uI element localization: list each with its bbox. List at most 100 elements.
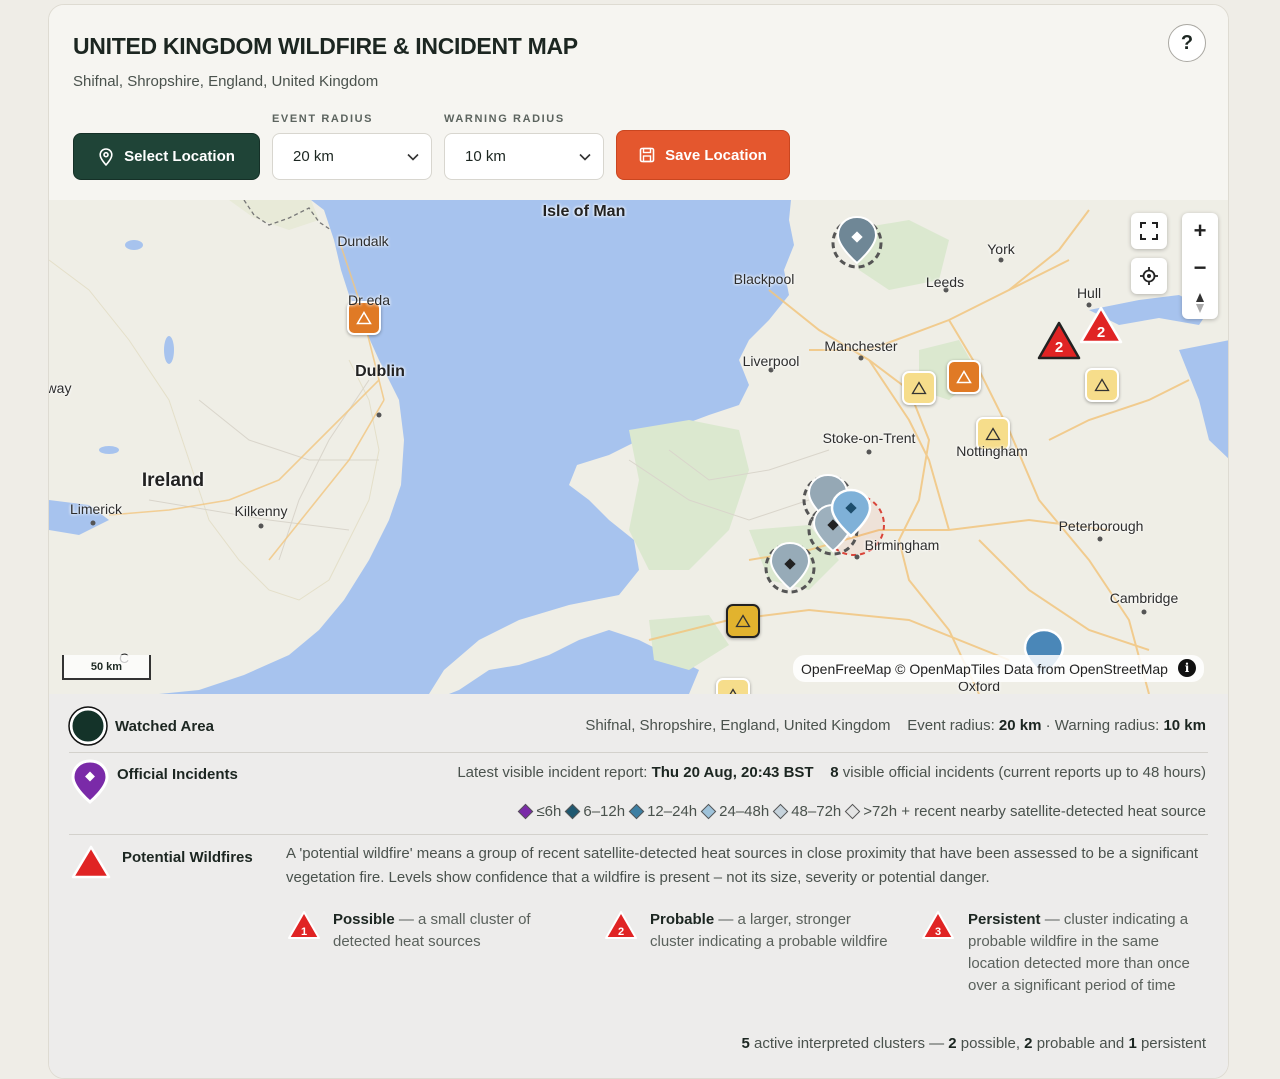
incident-age-item: 6–12h bbox=[565, 803, 626, 820]
zoom-in-button[interactable]: + bbox=[1194, 218, 1207, 244]
incident-age-label: 6–12h bbox=[583, 803, 626, 820]
svg-text:2: 2 bbox=[618, 926, 624, 938]
level-probable: Probable — a larger, stronger cluster in… bbox=[650, 909, 890, 953]
persistent-text: persistent bbox=[1140, 1035, 1206, 1052]
age-diamond-icon bbox=[518, 803, 534, 820]
help-button[interactable]: ? bbox=[1168, 24, 1206, 62]
incident-age-item: >72h + recent nearby satellite-detected … bbox=[844, 803, 1206, 820]
persistent-count: 1 bbox=[1128, 1035, 1137, 1052]
incident-age-item: 12–24h bbox=[628, 803, 698, 820]
place-label: Dundalk bbox=[337, 233, 389, 249]
location-subtitle: Shifnal, Shropshire, England, United Kin… bbox=[73, 73, 379, 90]
incident-count: 8 bbox=[830, 764, 839, 781]
warning-radius-value: 10 km bbox=[1163, 717, 1206, 734]
warning-triangle-icon bbox=[911, 381, 927, 395]
age-diamond-icon bbox=[565, 803, 581, 820]
latest-report-value: Thu 20 Aug, 20:43 BST bbox=[651, 764, 814, 781]
map-view[interactable]: 2 2 Isle of Man Dundalk Dr eda Dublin wa… bbox=[49, 200, 1228, 694]
save-location-label: Save Location bbox=[665, 146, 767, 164]
heat-source-marker[interactable] bbox=[902, 371, 936, 405]
probable-level-icon: 2 bbox=[605, 911, 637, 939]
event-radius-prefix: Event radius: bbox=[907, 717, 995, 734]
official-incidents-label: Official Incidents bbox=[117, 766, 238, 783]
heat-source-marker[interactable] bbox=[726, 604, 760, 638]
latest-report-prefix: Latest visible incident report: bbox=[457, 764, 648, 781]
place-label: Ireland bbox=[141, 470, 205, 491]
place-label: Stoke-on-Trent bbox=[822, 430, 916, 446]
wildfire-cluster-count: 2 bbox=[1096, 324, 1106, 341]
event-radius-value: 20 km bbox=[293, 148, 334, 165]
probable-count: 2 bbox=[1024, 1035, 1033, 1052]
persistent-level-icon: 3 bbox=[922, 911, 954, 939]
incident-count-suffix: visible official incidents (current repo… bbox=[842, 764, 1206, 781]
heat-source-marker[interactable] bbox=[1085, 368, 1119, 402]
wildfire-triangle-icon bbox=[71, 845, 111, 879]
level-possible: Possible — a small cluster of detected h… bbox=[333, 909, 573, 953]
incident-age-key: ≤6h 6–12h 12–24h 24–48h 48–72h >72h + recent … bbox=[514, 803, 1206, 821]
warning-radius-select[interactable]: 10 km bbox=[444, 133, 604, 180]
warning-triangle-icon bbox=[985, 427, 1001, 441]
location-pin-icon bbox=[99, 147, 113, 166]
incident-age-label: 48–72h bbox=[791, 803, 842, 820]
header: UNITED KINGDOM WILDFIRE & INCIDENT MAP S… bbox=[49, 5, 1228, 200]
map-attribution: OpenFreeMap © OpenMapTiles Data from Ope… bbox=[793, 655, 1204, 682]
warning-radius-prefix: · Warning radius: bbox=[1045, 717, 1160, 734]
warning-triangle-icon bbox=[1094, 378, 1110, 392]
age-diamond-icon bbox=[700, 803, 717, 820]
watched-area-icon bbox=[68, 706, 108, 746]
watched-area-label: Watched Area bbox=[115, 718, 214, 735]
svg-text:1: 1 bbox=[301, 926, 307, 938]
zoom-out-button[interactable]: − bbox=[1194, 255, 1207, 281]
age-diamond-icon bbox=[772, 803, 789, 820]
svg-text:3: 3 bbox=[935, 926, 941, 938]
place-label: Liverpool bbox=[742, 353, 800, 369]
event-radius-select[interactable]: 20 km bbox=[272, 133, 432, 180]
place-label: Dublin bbox=[355, 363, 405, 380]
place-label: Leeds bbox=[925, 274, 965, 290]
incident-age-item: ≤6h bbox=[518, 803, 561, 820]
age-diamond-icon bbox=[628, 803, 645, 820]
latest-report: Latest visible incident report: Thu 20 A… bbox=[457, 764, 1206, 781]
place-label: Hull bbox=[1076, 285, 1102, 301]
watched-area-details: Shifnal, Shropshire, England, United Kin… bbox=[585, 717, 1206, 734]
event-radius-value: 20 km bbox=[998, 717, 1042, 734]
fullscreen-icon bbox=[1140, 222, 1158, 240]
chevron-down-icon bbox=[407, 153, 419, 161]
official-incident-icon bbox=[71, 759, 109, 804]
page-title: UNITED KINGDOM WILDFIRE & INCIDENT MAP bbox=[73, 33, 578, 59]
place-label: York bbox=[987, 241, 1015, 257]
probable-text: probable and bbox=[1036, 1035, 1125, 1052]
map-card: UNITED KINGDOM WILDFIRE & INCIDENT MAP S… bbox=[48, 4, 1229, 1079]
place-label: Blackpool bbox=[733, 271, 795, 287]
event-radius-label: EVENT RADIUS bbox=[272, 113, 374, 125]
place-label: Dr eda bbox=[347, 292, 391, 308]
incident-age-label: 12–24h bbox=[647, 803, 698, 820]
heat-source-marker[interactable] bbox=[716, 678, 750, 694]
locate-icon bbox=[1140, 267, 1158, 285]
place-label: Isle of Man bbox=[542, 203, 626, 220]
compass-icon[interactable] bbox=[1195, 292, 1205, 314]
level-name: Possible bbox=[333, 911, 395, 928]
place-label: Birmingham bbox=[864, 537, 940, 553]
locate-button[interactable] bbox=[1131, 258, 1167, 294]
warning-triangle-icon bbox=[735, 614, 751, 628]
heat-source-marker[interactable] bbox=[947, 360, 981, 394]
incident-age-item: 24–48h bbox=[700, 803, 769, 820]
place-label: Peterborough bbox=[1058, 518, 1144, 534]
place-label: way bbox=[49, 380, 72, 396]
warning-radius-label: WARNING RADIUS bbox=[444, 113, 565, 125]
select-location-button[interactable]: Select Location bbox=[73, 133, 260, 180]
info-icon[interactable]: i bbox=[1177, 659, 1196, 677]
fullscreen-button[interactable] bbox=[1131, 213, 1167, 249]
potential-wildfires-label: Potential Wildfires bbox=[122, 849, 253, 866]
cluster-summary-text: active interpreted clusters — bbox=[754, 1035, 945, 1052]
warning-triangle-icon bbox=[356, 311, 372, 325]
level-name: Persistent bbox=[968, 911, 1041, 928]
place-label: Cambridge bbox=[1109, 590, 1179, 606]
map-basemap bbox=[49, 200, 1228, 694]
save-location-button[interactable]: Save Location bbox=[616, 130, 790, 180]
incident-age-label: >72h + recent nearby satellite-detected … bbox=[863, 803, 1206, 820]
legend-panel: Watched Area Shifnal, Shropshire, Englan… bbox=[49, 694, 1228, 1078]
cluster-total: 5 bbox=[741, 1035, 750, 1052]
attribution-text: OpenFreeMap © OpenMapTiles Data from Ope… bbox=[801, 660, 1168, 677]
